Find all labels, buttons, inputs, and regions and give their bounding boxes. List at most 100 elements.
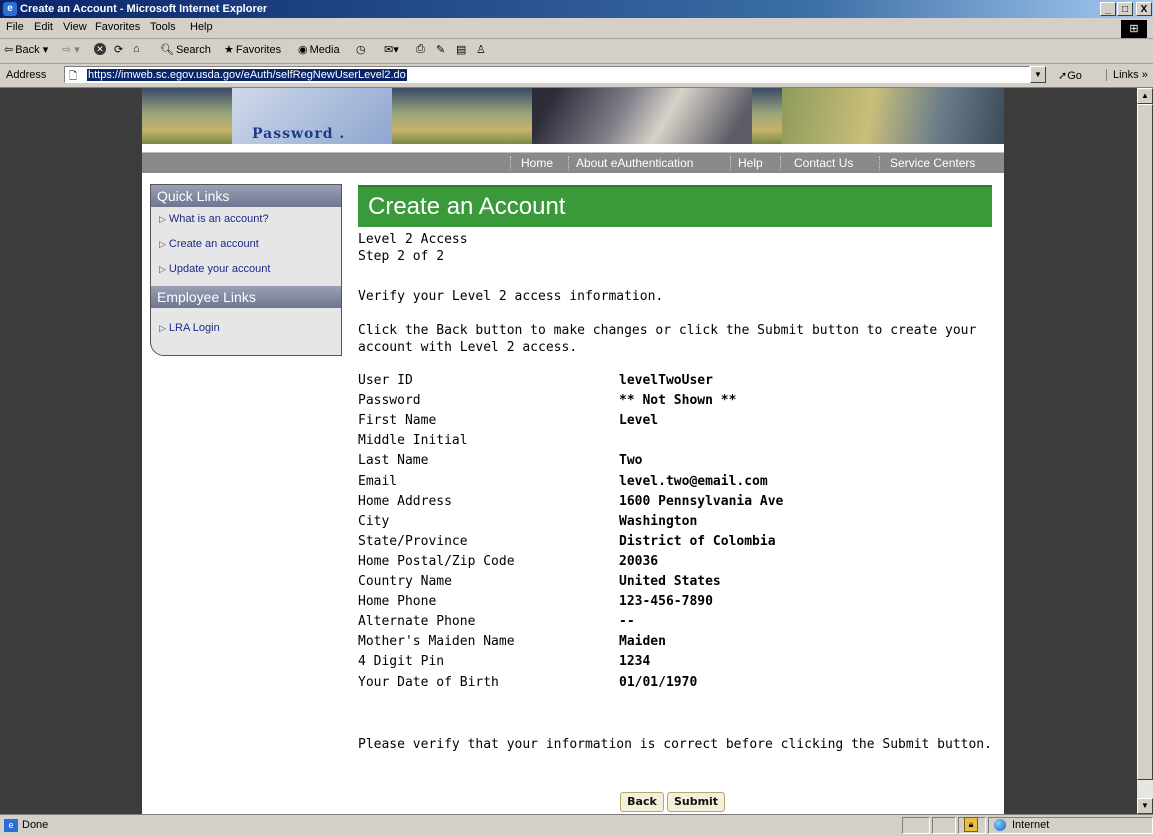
forward-arrow-icon: ⇨ (62, 44, 72, 56)
instructions-line-2: account with Level 2 access. (358, 340, 578, 355)
step-indicator: Step 2 of 2 (358, 249, 445, 264)
refresh-button[interactable]: ⟳ (114, 43, 123, 56)
field-value: 01/01/1970 (619, 675, 698, 690)
menu-help[interactable]: Help (190, 21, 213, 33)
sidebar-item-create-account[interactable]: ▷ Create an account (159, 238, 259, 250)
sidebar-item-what-is-account[interactable]: ▷ What is an account? (159, 213, 269, 225)
menu-tools[interactable]: Tools (150, 21, 176, 33)
nav-contact-us[interactable]: Contact Us (794, 156, 853, 170)
menu-favorites[interactable]: Favorites (95, 21, 140, 33)
nav-home[interactable]: Home (521, 156, 553, 170)
scroll-thumb[interactable] (1137, 104, 1153, 780)
minimize-button[interactable]: _ (1100, 2, 1116, 16)
menu-view[interactable]: View (63, 21, 87, 33)
vertical-scrollbar[interactable]: ▲ ▼ (1137, 88, 1153, 814)
sidebar-item-label: Update your account (168, 263, 271, 275)
stop-button[interactable]: ✕ (94, 43, 106, 55)
nav-separator (510, 156, 512, 170)
quick-links-heading: Quick Links (151, 185, 341, 207)
mail-icon: ✉▾ (384, 44, 399, 56)
field-value: -- (619, 614, 635, 629)
nav-help[interactable]: Help (738, 156, 763, 170)
maximize-button[interactable]: □ (1117, 2, 1133, 16)
scroll-up-button[interactable]: ▲ (1137, 88, 1153, 104)
go-button[interactable]: ➚Go (1058, 69, 1082, 82)
access-level: Level 2 Access (358, 232, 468, 247)
edit-icon: ✎ (436, 44, 446, 56)
discuss-button[interactable]: ▤ (456, 43, 466, 56)
triangle-right-icon: ▷ (159, 264, 166, 274)
keyboard-banner-image (532, 88, 752, 144)
status-panel (932, 817, 956, 834)
status-text: Done (22, 819, 49, 831)
scroll-down-button[interactable]: ▼ (1137, 798, 1153, 814)
forward-button[interactable]: ⇨ ▾ (62, 43, 80, 56)
home-button[interactable]: ⌂ (133, 43, 140, 55)
favorites-button[interactable]: ★ Favorites (224, 43, 281, 56)
field-value: District of Colombia (619, 534, 776, 549)
print-icon: ⎙ (416, 43, 425, 55)
search-button[interactable]: 🔍︎ Search (160, 43, 211, 56)
search-label: Search (175, 44, 211, 56)
field-label: First Name (358, 413, 437, 428)
field-value: 1600 Pennsylvania Ave (619, 494, 784, 509)
field-value: ** Not Shown ** (619, 393, 737, 408)
media-label: Media (309, 44, 340, 56)
go-arrow-icon: ➚ (1058, 70, 1068, 82)
address-dropdown-button[interactable]: ▼ (1030, 66, 1046, 83)
links-button[interactable]: Links » (1106, 69, 1148, 81)
back-button[interactable]: ⇦ Back ▾ (4, 43, 48, 56)
quick-links-sidebar: Quick Links ▷ What is an account? ▷ Create… (150, 184, 342, 356)
field-value: 1234 (619, 654, 651, 669)
favorites-icon: ★ (224, 44, 234, 56)
ie-logo-icon: e (3, 2, 17, 16)
discuss-icon: ▤ (456, 44, 467, 56)
submit-button[interactable]: Submit (667, 792, 725, 812)
address-label: Address (6, 69, 47, 81)
media-icon: ◉ (298, 44, 308, 56)
field-label: Email (358, 474, 398, 489)
nav-about[interactable]: About eAuthentication (576, 156, 693, 170)
sidebar-item-lra-login[interactable]: ▷ LRA Login (159, 322, 220, 334)
media-button[interactable]: ◉ Media (298, 43, 340, 56)
history-button[interactable]: ◷ (356, 43, 366, 56)
address-url: https://imweb.sc.egov.usda.gov/eAuth/sel… (87, 69, 407, 81)
edit-button[interactable]: ✎ (436, 43, 445, 56)
lock-icon: 🔒︎ (964, 817, 978, 832)
refresh-icon: ⟳ (114, 44, 124, 56)
menu-file[interactable]: File (6, 21, 24, 33)
back-form-button[interactable]: Back (620, 792, 664, 812)
search-icon: 🔍︎ (160, 44, 174, 56)
nav-service-centers[interactable]: Service Centers (890, 156, 975, 170)
field-label: Country Name (358, 574, 452, 589)
field-label: Alternate Phone (358, 614, 476, 629)
field-label: Home Phone (358, 594, 437, 609)
web-page: Password . Home About eAuthentication He… (142, 88, 1004, 814)
instructions-line-1: Click the Back button to make changes or… (358, 323, 977, 338)
nav-separator (568, 156, 570, 170)
nav-separator (879, 156, 881, 170)
address-input[interactable]: 🗋 https://imweb.sc.egov.usda.gov/eAuth/s… (64, 66, 1030, 83)
field-value: 20036 (619, 554, 659, 569)
field-label: Password (358, 393, 421, 408)
print-button[interactable]: ⎙ (416, 43, 425, 56)
field-label: Middle Initial (358, 433, 468, 448)
close-button[interactable]: X (1136, 2, 1152, 16)
browser-viewport: Password . Home About eAuthentication He… (0, 88, 1137, 814)
window-title-bar[interactable]: e Create an Account - Microsoft Internet… (0, 0, 1153, 18)
menu-edit[interactable]: Edit (34, 21, 53, 33)
favorites-label: Favorites (235, 44, 282, 56)
field-value: Two (619, 453, 643, 468)
messenger-button[interactable]: ♙ (476, 43, 486, 56)
mail-button[interactable]: ✉▾ (384, 43, 399, 56)
verify-prompt: Verify your Level 2 access information. (358, 289, 664, 304)
field-value: 123-456-7890 (619, 594, 713, 609)
page-status-icon: e (4, 819, 18, 832)
field-label: City (358, 514, 390, 529)
page-title: Create an Account (368, 193, 566, 220)
field-value: level.two@email.com (619, 474, 768, 489)
window-title: Create an Account - Microsoft Internet E… (20, 3, 268, 15)
farm-banner-image (782, 88, 1004, 144)
sidebar-item-update-account[interactable]: ▷ Update your account (159, 263, 270, 275)
field-value: Washington (619, 514, 698, 529)
